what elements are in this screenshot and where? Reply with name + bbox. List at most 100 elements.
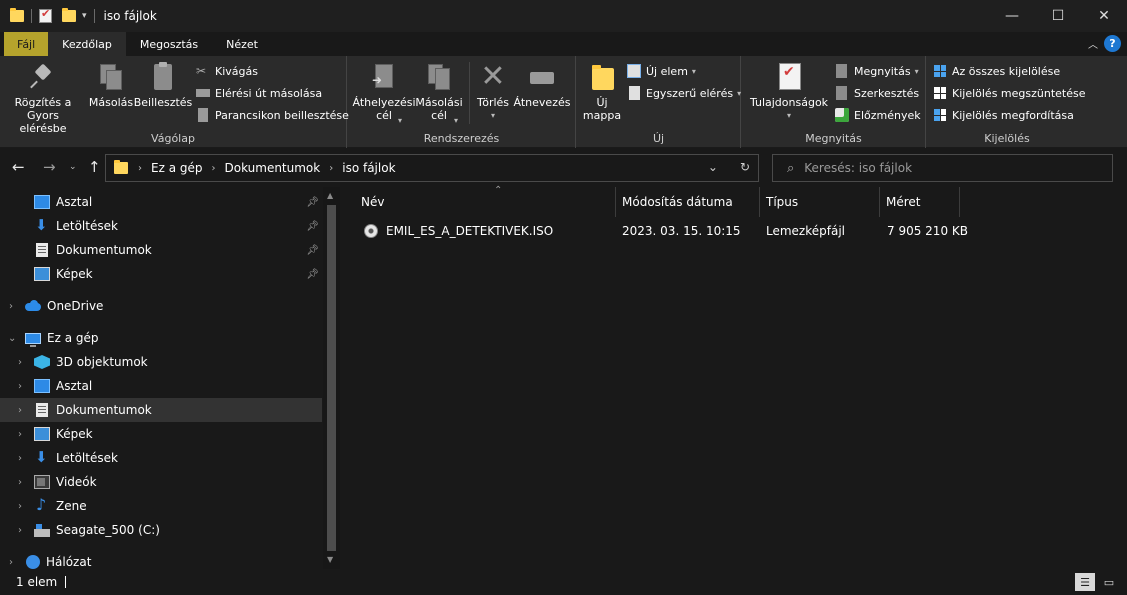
copy-path-button[interactable]: Elérési út másolása xyxy=(196,84,322,102)
chevron-down-icon: ▾ xyxy=(914,66,919,76)
breadcrumb-documents[interactable]: Dokumentumok xyxy=(224,161,320,175)
chevron-down-icon: ▾ xyxy=(691,66,696,76)
up-button[interactable]: ↑ xyxy=(88,158,101,176)
chevron-down-icon[interactable]: ⌄ xyxy=(8,333,16,344)
maximize-button[interactable]: ☐ xyxy=(1035,0,1081,32)
invert-selection-button[interactable]: Kijelölés megfordítása xyxy=(933,106,1074,124)
nav-item-onedrive[interactable]: › OneDrive xyxy=(0,294,322,318)
copy-path-label: Elérési út másolása xyxy=(215,86,323,100)
nav-item-pictures[interactable]: Képek 📌︎ xyxy=(0,262,322,286)
pin-icon[interactable]: 📌︎ xyxy=(306,221,319,232)
chevron-right-icon[interactable]: › xyxy=(18,357,22,368)
easy-access-button[interactable]: Egyszerű elérés ▾ xyxy=(627,84,741,102)
select-none-button[interactable]: Kijelölés megszüntetése xyxy=(933,84,1086,102)
nav-item-downloads[interactable]: › Letöltések xyxy=(0,446,322,470)
chevron-down-icon: ▾ xyxy=(398,116,403,125)
search-input[interactable] xyxy=(804,161,1095,175)
close-button[interactable]: ✕ xyxy=(1081,0,1127,32)
open-icon xyxy=(836,64,847,78)
chevron-right-icon[interactable]: › xyxy=(18,429,22,440)
properties-label: Tulajdonságok xyxy=(749,96,829,109)
select-all-button[interactable]: Az összes kijelölése xyxy=(933,62,1060,80)
minimize-button[interactable]: — xyxy=(989,0,1035,32)
nav-item-desktop[interactable]: Asztal 📌︎ xyxy=(0,190,322,214)
nav-item-desktop[interactable]: › Asztal xyxy=(0,374,322,398)
pin-icon[interactable]: 📌︎ xyxy=(306,245,319,256)
chevron-right-icon[interactable]: › xyxy=(9,301,13,312)
back-button[interactable]: ← xyxy=(12,158,25,176)
chevron-right-icon[interactable]: › xyxy=(18,501,22,512)
column-header-modified[interactable]: Módosítás dátuma xyxy=(616,187,760,217)
properties-icon[interactable] xyxy=(39,7,52,23)
customize-toolbar-icon[interactable]: ▾ xyxy=(82,11,87,21)
delete-button[interactable]: ✕ Törlés ▾ xyxy=(474,62,512,122)
large-icons-view-icon[interactable]: ▭ xyxy=(1099,573,1119,591)
cut-button[interactable]: ✂ Kivágás xyxy=(196,62,258,80)
pin-icon[interactable]: 📌︎ xyxy=(306,269,319,280)
help-icon[interactable]: ? xyxy=(1104,35,1121,52)
rename-button[interactable]: Átnevezés xyxy=(514,62,570,109)
nav-item-music[interactable]: › Zene xyxy=(0,494,322,518)
chevron-right-icon[interactable]: › xyxy=(18,405,22,416)
copy-to-button[interactable]: Másolási cél ▾ xyxy=(414,62,464,125)
column-header-label: Módosítás dátuma xyxy=(622,195,733,209)
scroll-down-icon[interactable]: ▼ xyxy=(327,555,333,564)
pin-quick-access-button[interactable]: Rögzítés a Gyors elérésbe xyxy=(8,62,78,135)
paste-button[interactable]: Beillesztés xyxy=(134,62,192,109)
properties-button[interactable]: Tulajdonságok ▾ xyxy=(748,62,830,122)
nav-item-downloads[interactable]: Letöltések 📌︎ xyxy=(0,214,322,238)
details-view-icon[interactable]: ☰ xyxy=(1075,573,1095,591)
desktop-icon xyxy=(34,195,50,209)
chevron-right-icon[interactable]: › xyxy=(18,525,22,536)
move-to-button[interactable]: ➜ Áthelyezési cél ▾ xyxy=(352,62,416,125)
history-button[interactable]: Előzmények xyxy=(835,106,921,124)
nav-item-pictures[interactable]: › Képek xyxy=(0,422,322,446)
chevron-right-icon[interactable]: › xyxy=(18,381,22,392)
new-folder-icon[interactable] xyxy=(62,8,76,22)
chevron-right-icon[interactable]: › xyxy=(18,477,22,488)
tab-share[interactable]: Megosztás xyxy=(126,32,212,56)
nav-item-documents[interactable]: › Dokumentumok xyxy=(0,398,322,422)
chevron-right-icon[interactable]: › xyxy=(18,453,22,464)
breadcrumb-separator: › xyxy=(211,162,216,174)
file-name-cell[interactable]: EMIL_ES_A_DETEKTIVEK.ISO xyxy=(364,219,553,243)
nav-item-videos[interactable]: › Videók xyxy=(0,470,322,494)
new-item-button[interactable]: Új elem ▾ xyxy=(627,62,696,80)
address-history-dropdown[interactable]: ⌄ xyxy=(708,160,718,174)
column-header-type[interactable]: Típus xyxy=(760,187,880,217)
nav-item-3d-objects[interactable]: › 3D objektumok xyxy=(0,350,322,374)
tab-view[interactable]: Nézet xyxy=(212,32,272,56)
open-button[interactable]: Megnyitás ▾ xyxy=(835,62,919,80)
forward-button[interactable]: → xyxy=(43,158,56,176)
file-row[interactable]: EMIL_ES_A_DETEKTIVEK.ISO 2023. 03. 15. 1… xyxy=(358,219,968,243)
select-group: Az összes kijelölése Kijelölés megszünte… xyxy=(927,56,1087,148)
breadcrumb-iso-files[interactable]: iso fájlok xyxy=(342,161,395,175)
rename-icon xyxy=(528,62,556,92)
tab-home[interactable]: Kezdőlap xyxy=(48,32,126,56)
column-header-size[interactable]: Méret xyxy=(880,187,960,217)
nav-item-documents[interactable]: Dokumentumok 📌︎ xyxy=(0,238,322,262)
scroll-up-icon[interactable]: ▲ xyxy=(327,191,333,200)
move-to-icon: ➜ xyxy=(370,62,398,92)
nav-item-this-pc[interactable]: ⌄ Ez a gép xyxy=(0,326,322,350)
recent-locations-button[interactable]: ⌄ xyxy=(69,162,77,172)
collapse-ribbon-icon[interactable]: ︿ xyxy=(1088,36,1098,51)
new-folder-button[interactable]: Új mappa xyxy=(583,62,621,122)
refresh-icon[interactable]: ↻ xyxy=(740,160,750,174)
pin-icon[interactable]: 📌︎ xyxy=(306,197,319,208)
edit-button[interactable]: Szerkesztés xyxy=(835,84,919,102)
paste-shortcut-button[interactable]: Parancsikon beillesztése xyxy=(196,106,349,124)
chevron-down-icon: ▾ xyxy=(490,111,495,120)
tab-file[interactable]: Fájl xyxy=(4,32,49,56)
scroll-thumb[interactable] xyxy=(327,205,336,551)
edit-icon xyxy=(836,86,847,100)
file-size: 7 905 210 KB xyxy=(887,224,968,238)
breadcrumb-this-pc[interactable]: Ez a gép xyxy=(151,161,202,175)
invert-selection-label: Kijelölés megfordítása xyxy=(952,108,1074,122)
nav-scrollbar[interactable]: ▲ ▼ xyxy=(323,187,340,569)
address-bar[interactable]: › Ez a gép › Dokumentumok › iso fájlok ⌄… xyxy=(105,154,759,182)
column-header-name[interactable]: ⌃ Név xyxy=(355,185,616,217)
chevron-right-icon[interactable]: › xyxy=(9,557,13,568)
nav-item-drive-c[interactable]: › Seagate_500 (C:) xyxy=(0,518,322,542)
copy-button[interactable]: Másolás xyxy=(89,62,133,109)
